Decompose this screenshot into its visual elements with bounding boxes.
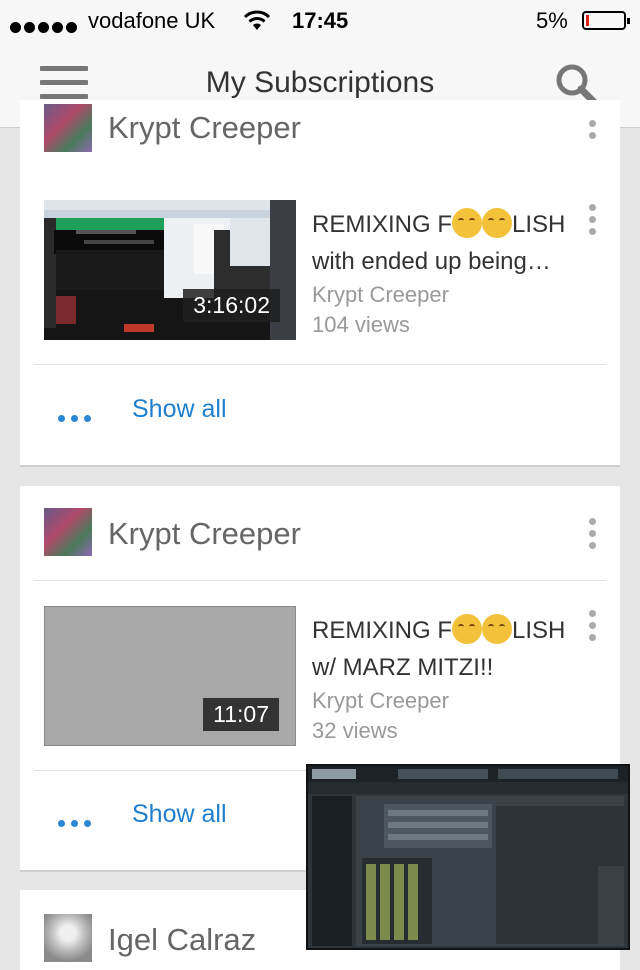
battery-icon <box>582 11 630 30</box>
smiling-emoji-icon <box>452 208 483 238</box>
status-bar: vodafone UK 17:45 5% <box>0 0 640 42</box>
channel-name[interactable]: Krypt Creeper <box>108 110 301 146</box>
mini-player[interactable] <box>306 764 630 950</box>
battery-percent: 5% <box>536 8 568 33</box>
more-vert-icon[interactable] <box>588 518 598 554</box>
video-title[interactable]: REMIXING F LISH with ended up being… <box>312 206 582 280</box>
video-channel[interactable]: Krypt Creeper <box>312 688 449 714</box>
signal-icon <box>10 13 80 39</box>
smiling-emoji-icon <box>482 614 513 644</box>
more-vert-icon[interactable] <box>588 610 598 646</box>
more-vert-icon[interactable] <box>588 120 598 144</box>
more-horiz-icon <box>58 814 98 832</box>
video-views: 32 views <box>312 718 398 743</box>
more-horiz-icon <box>58 409 98 427</box>
show-all-button[interactable]: Show all <box>132 800 227 829</box>
video-title[interactable]: REMIXING F LISH w/ MARZ MITZI!! <box>312 612 582 686</box>
channel-avatar[interactable] <box>44 508 92 556</box>
more-vert-icon[interactable] <box>588 204 598 240</box>
channel-avatar[interactable] <box>44 104 92 152</box>
subscription-card: Krypt Creeper 3:16:02 REMIXING F LISH wit… <box>20 100 620 467</box>
show-all-row[interactable]: Show all <box>20 385 620 445</box>
video-title-line2: with ended up being… <box>312 248 551 275</box>
divider <box>34 364 606 365</box>
carrier-label: vodafone UK <box>88 8 216 33</box>
video-duration: 11:07 <box>203 698 279 731</box>
smiling-emoji-icon <box>452 614 483 644</box>
video-views: 104 views <box>312 312 410 337</box>
smiling-emoji-icon <box>482 208 513 238</box>
video-title-line2: w/ MARZ MITZI!! <box>312 654 494 681</box>
wifi-icon <box>243 10 271 30</box>
video-duration: 3:16:02 <box>183 289 280 322</box>
video-title-prefix: REMIXING F <box>312 617 453 644</box>
video-thumbnail[interactable]: 11:07 <box>44 606 296 746</box>
video-title-suffix: LISH <box>512 211 566 238</box>
video-title-prefix: REMIXING F <box>312 211 453 238</box>
video-thumbnail[interactable]: 3:16:02 <box>44 200 296 340</box>
show-all-button[interactable]: Show all <box>132 395 227 424</box>
mini-player-video <box>308 766 628 948</box>
clock: 17:45 <box>292 8 349 33</box>
channel-avatar[interactable] <box>44 914 92 962</box>
page-title: My Subscriptions <box>205 66 435 99</box>
divider <box>34 580 606 581</box>
channel-name[interactable]: Igel Calraz <box>108 922 256 958</box>
video-channel[interactable]: Krypt Creeper <box>312 282 449 308</box>
video-title-suffix: LISH <box>512 617 566 644</box>
channel-name[interactable]: Krypt Creeper <box>108 516 301 552</box>
